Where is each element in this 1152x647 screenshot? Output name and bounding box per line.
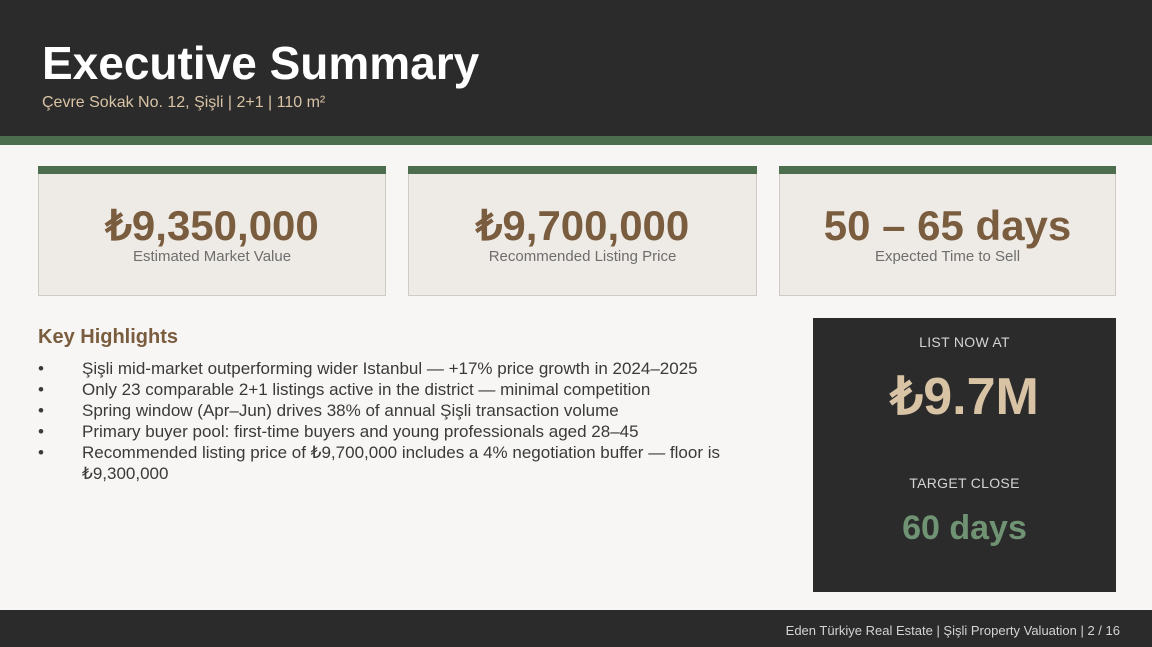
bullet-icon: •: [38, 443, 44, 462]
list-now-price: ₺9.7M: [890, 368, 1039, 426]
card-accent-bar: [779, 166, 1116, 174]
card-accent-bar: [38, 166, 386, 174]
metric-value: ₺9,700,000: [475, 202, 690, 249]
property-subtitle: Çevre Sokak No. 12, Şişli | 2+1 | 110 m²: [42, 94, 326, 111]
bullet-icon: •: [38, 401, 44, 420]
list-now-panel: LIST NOW AT ₺9.7M TARGET CLOSE 60 days: [813, 318, 1116, 592]
metric-value: 50 – 65 days: [823, 202, 1072, 249]
footer-text: Eden Türkiye Real Estate | Şişli Propert…: [785, 623, 1120, 638]
list-now-label: LIST NOW AT: [919, 334, 1010, 350]
card-accent-bar: [408, 166, 757, 174]
list-item: • Spring window (Apr–Jun) drives 38% of …: [38, 400, 768, 421]
metric-label: Expected Time to Sell: [874, 248, 1021, 265]
highlights-heading: Key Highlights: [38, 326, 179, 348]
target-close-label: TARGET CLOSE: [909, 475, 1020, 491]
bullet-icon: •: [38, 359, 44, 378]
footer-bar: Eden Türkiye Real Estate | Şişli Propert…: [0, 610, 1152, 647]
list-item: • Şişli mid-market outperforming wider I…: [38, 358, 768, 379]
bullet-icon: •: [38, 380, 44, 399]
highlight-text: Primary buyer pool: first-time buyers an…: [82, 422, 639, 441]
highlight-text: Şişli mid-market outperforming wider Ist…: [82, 359, 698, 378]
highlight-text: Only 23 comparable 2+1 listings active i…: [82, 380, 651, 399]
highlights-list: • Şişli mid-market outperforming wider I…: [38, 358, 768, 484]
header-divider: [0, 136, 1152, 145]
header-bar: Executive Summary Çevre Sokak No. 12, Şi…: [0, 0, 1152, 136]
metric-card-market-value: ₺9,350,000 Estimated Market Value: [38, 166, 386, 296]
highlight-text: Recommended listing price of ₺9,700,000 …: [82, 443, 720, 483]
metric-label: Estimated Market Value: [132, 248, 292, 265]
highlight-text: Spring window (Apr–Jun) drives 38% of an…: [82, 401, 619, 420]
metric-label: Recommended Listing Price: [488, 248, 677, 265]
list-item: • Recommended listing price of ₺9,700,00…: [38, 442, 768, 484]
metric-value: ₺9,350,000: [105, 202, 319, 249]
target-close-value: 60 days: [902, 509, 1027, 547]
list-item: • Primary buyer pool: first-time buyers …: [38, 421, 768, 442]
metric-card-listing-price: ₺9,700,000 Recommended Listing Price: [408, 166, 757, 296]
bullet-icon: •: [38, 422, 44, 441]
page-title: Executive Summary: [42, 37, 480, 89]
list-item: • Only 23 comparable 2+1 listings active…: [38, 379, 768, 400]
metric-card-time-to-sell: 50 – 65 days Expected Time to Sell: [779, 166, 1116, 296]
